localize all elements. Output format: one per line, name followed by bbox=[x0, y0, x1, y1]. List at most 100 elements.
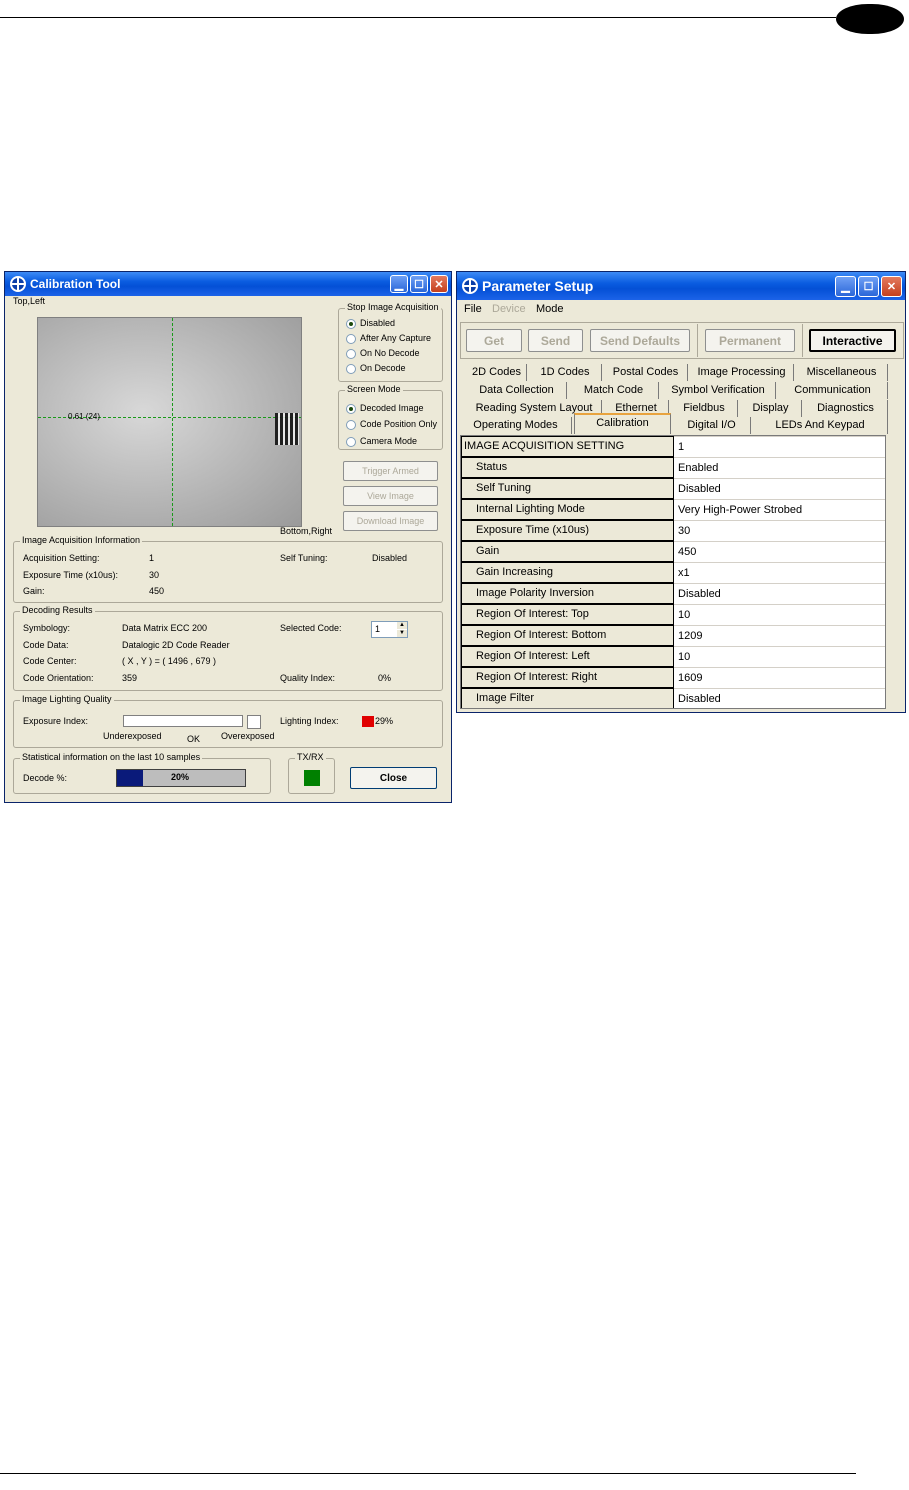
radio-after-any-capture[interactable] bbox=[346, 334, 356, 344]
property-value[interactable]: 10 bbox=[674, 646, 885, 667]
decode-percent-bar: 20% bbox=[116, 769, 246, 787]
tab-2d-codes[interactable]: 2D Codes bbox=[467, 364, 527, 381]
minimize-icon[interactable]: ▁ bbox=[835, 275, 856, 297]
radio-decoded-image-label[interactable]: Decoded Image bbox=[360, 403, 424, 413]
close-button[interactable]: Close bbox=[350, 767, 437, 789]
tab-data-collection[interactable]: Data Collection bbox=[467, 382, 567, 399]
property-value[interactable]: 450 bbox=[674, 541, 885, 562]
crosshair-readout: 0.61 (24) bbox=[68, 412, 101, 421]
calibration-titlebar[interactable]: Calibration Tool ▁ ☐ ✕ bbox=[5, 272, 451, 296]
tab-match-code[interactable]: Match Code bbox=[569, 382, 659, 399]
send-defaults-button[interactable]: Send Defaults bbox=[590, 329, 690, 352]
property-value[interactable]: Disabled bbox=[674, 583, 885, 604]
minimize-icon[interactable]: ▁ bbox=[390, 275, 408, 293]
property-row[interactable]: Internal Lighting Mode Very High-Power St… bbox=[461, 499, 885, 520]
radio-on-decode[interactable] bbox=[346, 364, 356, 374]
property-key[interactable]: Self Tuning bbox=[461, 478, 674, 499]
property-key[interactable]: Image Polarity Inversion bbox=[461, 583, 674, 604]
maximize-icon[interactable]: ☐ bbox=[858, 275, 879, 297]
property-key[interactable]: Gain bbox=[461, 541, 674, 562]
radio-camera-mode[interactable] bbox=[346, 437, 356, 447]
tab-symbol-verification[interactable]: Symbol Verification bbox=[661, 382, 776, 399]
menu-mode[interactable]: Mode bbox=[536, 303, 564, 315]
property-row[interactable]: Gain 450 bbox=[461, 541, 885, 562]
permanent-button[interactable]: Permanent bbox=[705, 329, 795, 352]
property-row[interactable]: Region Of Interest: Bottom 1209 bbox=[461, 625, 885, 646]
radio-disabled[interactable] bbox=[346, 319, 356, 329]
spinner-up-icon[interactable]: ▲ bbox=[397, 622, 407, 629]
property-value[interactable]: Disabled bbox=[674, 688, 885, 708]
radio-disabled-label[interactable]: Disabled bbox=[360, 318, 395, 328]
radio-code-position-only-label[interactable]: Code Position Only bbox=[360, 419, 437, 429]
maximize-icon[interactable]: ☐ bbox=[410, 275, 428, 293]
property-value[interactable]: 10 bbox=[674, 604, 885, 625]
exposure-index-label: Exposure Index: bbox=[23, 716, 89, 726]
menu-device[interactable]: Device bbox=[492, 303, 526, 315]
tab-fieldbus[interactable]: Fieldbus bbox=[671, 400, 738, 417]
radio-on-no-decode[interactable] bbox=[346, 349, 356, 359]
property-key[interactable]: Region Of Interest: Left bbox=[461, 646, 674, 667]
view-image-button[interactable]: View Image bbox=[343, 486, 438, 506]
property-value[interactable]: x1 bbox=[674, 562, 885, 583]
radio-after-any-capture-label[interactable]: After Any Capture bbox=[360, 333, 431, 343]
spinner-down-icon[interactable]: ▼ bbox=[397, 630, 407, 637]
tab-leds-and-keypad[interactable]: LEDs And Keypad bbox=[753, 417, 888, 434]
property-row[interactable]: Exposure Time (x10us) 30 bbox=[461, 520, 885, 541]
property-key[interactable]: Region Of Interest: Top bbox=[461, 604, 674, 625]
menu-file[interactable]: File bbox=[464, 303, 482, 315]
interactive-button[interactable]: Interactive bbox=[809, 329, 896, 352]
radio-camera-mode-label[interactable]: Camera Mode bbox=[360, 436, 417, 446]
property-value[interactable]: Enabled bbox=[674, 457, 885, 478]
lighting-index-value: 29% bbox=[375, 716, 394, 726]
tab-image-processing[interactable]: Image Processing bbox=[690, 364, 794, 381]
property-row[interactable]: Self Tuning Disabled bbox=[461, 478, 885, 499]
tab-communication[interactable]: Communication bbox=[778, 382, 888, 399]
acq-setting-label: Acquisition Setting: bbox=[23, 553, 100, 563]
tab-operating-modes[interactable]: Operating Modes bbox=[460, 417, 572, 434]
close-icon[interactable]: ✕ bbox=[881, 275, 902, 297]
get-button[interactable]: Get bbox=[466, 329, 522, 352]
property-key[interactable]: IMAGE ACQUISITION SETTING bbox=[461, 436, 674, 457]
tab-display[interactable]: Display bbox=[740, 400, 802, 417]
page-number-badge bbox=[836, 4, 904, 34]
property-row[interactable]: Status Enabled bbox=[461, 457, 885, 478]
radio-on-decode-label[interactable]: On Decode bbox=[360, 363, 406, 373]
tab-digital-io[interactable]: Digital I/O bbox=[673, 417, 751, 434]
property-value[interactable]: 1 bbox=[674, 436, 885, 457]
property-key[interactable]: Region Of Interest: Bottom bbox=[461, 625, 674, 646]
property-key[interactable]: Exposure Time (x10us) bbox=[461, 520, 674, 541]
tab-diagnostics[interactable]: Diagnostics bbox=[804, 400, 888, 417]
radio-on-no-decode-label[interactable]: On No Decode bbox=[360, 348, 420, 358]
property-row[interactable]: Image Filter Disabled bbox=[461, 688, 885, 708]
property-row[interactable]: Image Polarity Inversion Disabled bbox=[461, 583, 885, 604]
download-image-button[interactable]: Download Image bbox=[343, 511, 438, 531]
close-icon[interactable]: ✕ bbox=[430, 275, 448, 293]
property-value[interactable]: Very High-Power Strobed bbox=[674, 499, 885, 520]
property-value[interactable]: 30 bbox=[674, 520, 885, 541]
parameter-titlebar[interactable]: Parameter Setup ▁ ☐ ✕ bbox=[457, 272, 905, 300]
property-key[interactable]: Status bbox=[461, 457, 674, 478]
tab-miscellaneous[interactable]: Miscellaneous bbox=[796, 364, 888, 381]
tab-postal-codes[interactable]: Postal Codes bbox=[604, 364, 688, 381]
selected-code-value[interactable]: 1 bbox=[375, 624, 380, 634]
property-value[interactable]: 1609 bbox=[674, 667, 885, 688]
property-value[interactable]: 1209 bbox=[674, 625, 885, 646]
tab-1d-codes[interactable]: 1D Codes bbox=[529, 364, 602, 381]
property-row[interactable]: Region Of Interest: Top 10 bbox=[461, 604, 885, 625]
property-key[interactable]: Image Filter bbox=[461, 688, 674, 708]
send-button[interactable]: Send bbox=[528, 329, 583, 352]
selected-code-spinner[interactable]: 1 ▲ ▼ bbox=[371, 621, 408, 638]
property-value[interactable]: Disabled bbox=[674, 478, 885, 499]
property-key[interactable]: Internal Lighting Mode bbox=[461, 499, 674, 520]
property-row[interactable]: Region Of Interest: Left 10 bbox=[461, 646, 885, 667]
property-key[interactable]: Gain Increasing bbox=[461, 562, 674, 583]
trigger-armed-button[interactable]: Trigger Armed bbox=[343, 461, 438, 481]
tab-calibration[interactable]: Calibration bbox=[574, 413, 671, 434]
property-row[interactable]: IMAGE ACQUISITION SETTING 1 bbox=[461, 436, 885, 457]
overexposed-label: Overexposed bbox=[221, 731, 275, 741]
property-row[interactable]: Gain Increasing x1 bbox=[461, 562, 885, 583]
property-row[interactable]: Region Of Interest: Right 1609 bbox=[461, 667, 885, 688]
property-key[interactable]: Region Of Interest: Right bbox=[461, 667, 674, 688]
radio-code-position-only[interactable] bbox=[346, 420, 356, 430]
radio-decoded-image[interactable] bbox=[346, 404, 356, 414]
